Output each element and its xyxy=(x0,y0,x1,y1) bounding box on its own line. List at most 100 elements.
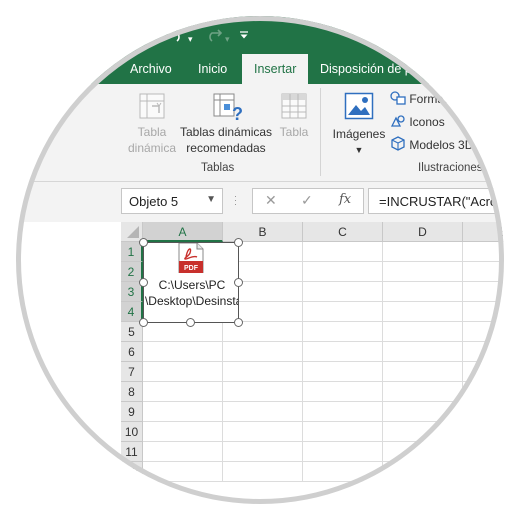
cell[interactable] xyxy=(463,402,504,422)
pivot-table-button[interactable]: Tabla dinámica xyxy=(124,124,180,156)
cell[interactable] xyxy=(303,302,383,322)
row-header-8[interactable]: 8 xyxy=(121,382,143,402)
cell[interactable] xyxy=(463,362,504,382)
cell[interactable] xyxy=(463,302,504,322)
cell[interactable] xyxy=(383,322,463,342)
cell[interactable] xyxy=(303,342,383,362)
cell[interactable] xyxy=(303,402,383,422)
cell[interactable] xyxy=(463,322,504,342)
cell[interactable] xyxy=(463,282,504,302)
cell[interactable] xyxy=(303,362,383,382)
cell[interactable] xyxy=(383,302,463,322)
cell[interactable] xyxy=(303,382,383,402)
cell[interactable] xyxy=(463,462,504,482)
cell[interactable] xyxy=(223,422,303,442)
embedded-pdf-object[interactable]: PDF C:\Users\PC :\Desktop\Desinsta xyxy=(143,242,239,323)
cell[interactable] xyxy=(143,382,223,402)
cell[interactable] xyxy=(303,322,383,342)
row-header-7[interactable]: 7 xyxy=(121,362,143,382)
formula-text: =INCRUSTAR("Acroba xyxy=(379,194,512,209)
cell[interactable] xyxy=(383,402,463,422)
column-header-a[interactable]: A xyxy=(143,222,223,242)
cell[interactable] xyxy=(383,282,463,302)
cell[interactable] xyxy=(223,382,303,402)
column-header-e[interactable]: E xyxy=(463,222,504,242)
cell[interactable] xyxy=(303,282,383,302)
column-header-d[interactable]: D xyxy=(383,222,463,242)
cell[interactable] xyxy=(143,342,223,362)
cell[interactable] xyxy=(303,422,383,442)
name-box-dropdown-icon[interactable]: ▼ xyxy=(206,194,216,205)
cell[interactable] xyxy=(223,362,303,382)
pictures-dropdown-icon[interactable]: ▼ xyxy=(352,142,366,158)
row-header-11[interactable]: 11 xyxy=(121,442,143,462)
redo-icon[interactable] xyxy=(203,26,223,47)
cell[interactable] xyxy=(463,342,504,362)
resize-handle-middle-right[interactable] xyxy=(234,278,243,287)
cell[interactable] xyxy=(223,402,303,422)
undo-icon[interactable] xyxy=(166,26,186,47)
cell[interactable] xyxy=(143,422,223,442)
tablas-group-label: Tablas xyxy=(201,162,235,174)
enter-icon[interactable]: ✓ xyxy=(301,192,313,209)
cell[interactable] xyxy=(383,422,463,442)
cell[interactable] xyxy=(463,242,504,262)
formula-input[interactable]: =INCRUSTAR("Acroba xyxy=(368,188,512,214)
tab-disposicion-de-pagina[interactable]: Disposición de págin xyxy=(320,54,435,84)
cell[interactable] xyxy=(303,462,383,482)
table-button[interactable]: Tabla xyxy=(278,124,310,140)
cell[interactable] xyxy=(303,442,383,462)
cell[interactable] xyxy=(463,262,504,282)
resize-handle-top-left[interactable] xyxy=(139,238,148,247)
icons-button[interactable]: Iconos xyxy=(390,113,445,131)
cell[interactable] xyxy=(383,262,463,282)
cell[interactable] xyxy=(143,362,223,382)
cell[interactable] xyxy=(463,422,504,442)
title-bar: ▾ ▾ xyxy=(16,16,504,54)
resize-handle-bottom-middle[interactable] xyxy=(186,318,195,327)
insert-function-icon[interactable]: fx xyxy=(339,192,351,207)
cell[interactable] xyxy=(143,322,223,342)
cell[interactable] xyxy=(223,342,303,362)
resize-handle-icon[interactable]: · · · xyxy=(234,192,238,209)
tab-inicio[interactable]: Inicio xyxy=(198,54,227,84)
tab-archivo[interactable]: Archivo xyxy=(130,54,172,84)
worksheet-grid[interactable]: A B C D E 1 2 3 4 5 6 7 8 9 10 11 12 xyxy=(16,222,504,504)
undo-dropdown-icon[interactable]: ▾ xyxy=(188,30,193,48)
cell[interactable] xyxy=(383,382,463,402)
cancel-icon[interactable]: ✕ xyxy=(265,192,277,209)
row-header-12[interactable]: 12 xyxy=(121,462,143,482)
ribbon-tabs: Archivo Inicio Insertar Disposición de p… xyxy=(16,54,504,85)
cell[interactable] xyxy=(383,362,463,382)
recommended-pivot-tables-button[interactable]: Tablas dinámicas recomendadas xyxy=(180,124,272,156)
3d-models-button[interactable]: Modelos 3D ▾ xyxy=(390,136,491,154)
pictures-button[interactable]: Imágenes xyxy=(330,126,388,142)
resize-handle-middle-left[interactable] xyxy=(139,278,148,287)
cell[interactable] xyxy=(383,242,463,262)
cell[interactable] xyxy=(303,262,383,282)
customize-qat-icon[interactable] xyxy=(239,28,249,46)
row-header-9[interactable]: 9 xyxy=(121,402,143,422)
cell[interactable] xyxy=(303,242,383,262)
save-icon[interactable] xyxy=(138,26,154,47)
resize-handle-bottom-right[interactable] xyxy=(234,318,243,327)
cell[interactable] xyxy=(223,462,303,482)
row-header-10[interactable]: 10 xyxy=(121,422,143,442)
cell[interactable] xyxy=(463,382,504,402)
shapes-button[interactable]: Formas ▾ xyxy=(390,90,457,108)
cell[interactable] xyxy=(383,442,463,462)
cell[interactable] xyxy=(383,342,463,362)
cell[interactable] xyxy=(143,462,223,482)
cell[interactable] xyxy=(143,442,223,462)
cell[interactable] xyxy=(223,442,303,462)
resize-handle-top-right[interactable] xyxy=(234,238,243,247)
cell[interactable] xyxy=(383,462,463,482)
cell[interactable] xyxy=(463,442,504,462)
tab-insertar[interactable]: Insertar xyxy=(242,54,309,85)
resize-handle-bottom-left[interactable] xyxy=(139,318,148,327)
cell[interactable] xyxy=(143,402,223,422)
row-header-6[interactable]: 6 xyxy=(121,342,143,362)
redo-dropdown-icon[interactable]: ▾ xyxy=(225,30,230,48)
column-header-c[interactable]: C xyxy=(303,222,383,242)
name-box[interactable]: Objeto 5 ▼ xyxy=(121,188,223,214)
